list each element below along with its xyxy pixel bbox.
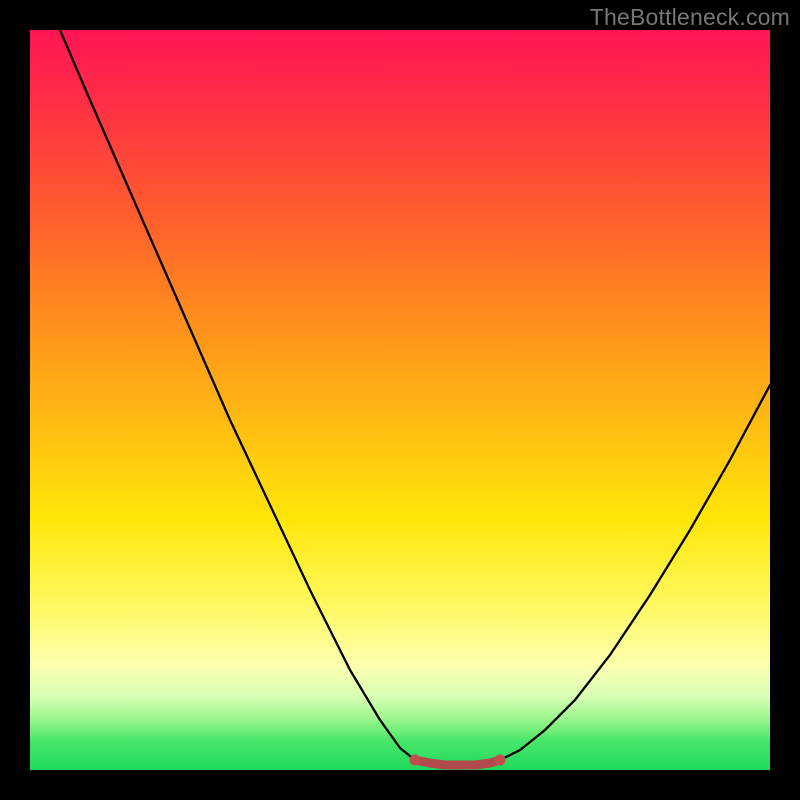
curve-right-branch (500, 385, 770, 760)
bottleneck-curve (60, 30, 770, 760)
optimal-range-end-dot-left (410, 755, 421, 766)
curve-left-branch (60, 30, 415, 760)
chart-root: TheBottleneck.com (0, 0, 800, 800)
plot-area (30, 30, 770, 770)
curve-layer (30, 30, 770, 770)
watermark-text: TheBottleneck.com (590, 4, 790, 31)
optimal-range-marker (410, 755, 506, 766)
optimal-range-end-dot-right (495, 755, 506, 766)
optimal-range-segment (415, 760, 500, 765)
